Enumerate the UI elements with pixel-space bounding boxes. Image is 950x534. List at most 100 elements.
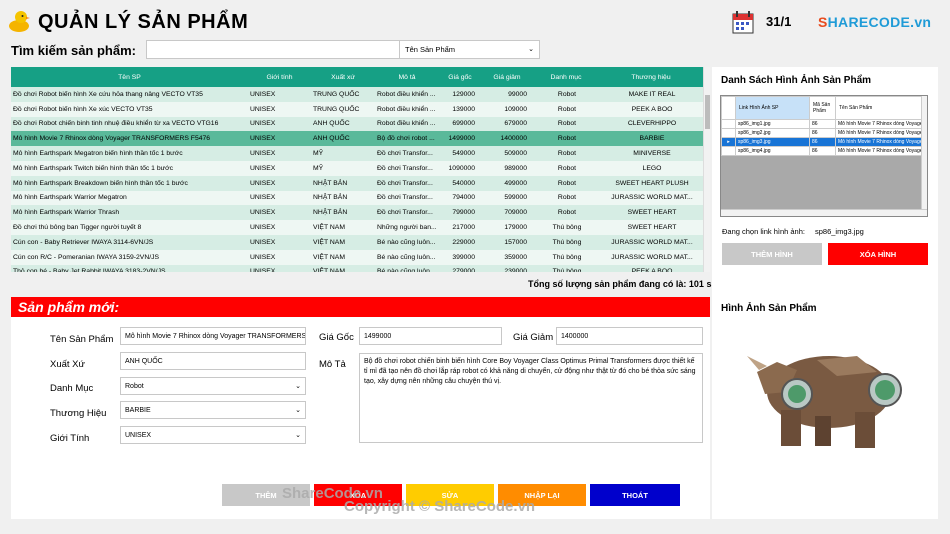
cell-code[interactable]: 86 (809, 128, 836, 138)
cell-origin[interactable]: VIỆT NAM (311, 234, 375, 250)
cell-discount[interactable]: 1400000 (481, 131, 533, 147)
image-grid[interactable]: Link Hình Ảnh SP Mã Sản Phẩm Tên Sản Phẩ… (720, 95, 928, 217)
column-header-code[interactable]: Mã Sản Phẩm (809, 96, 836, 120)
cell-origin[interactable]: MỸ (311, 160, 375, 176)
cell-price[interactable]: 229000 (439, 234, 481, 250)
table-row[interactable]: Đồ chơi Robot biến hình Xe cứu hỏa thang… (11, 87, 703, 102)
cell-origin[interactable]: VIỆT NAM (311, 264, 375, 272)
category-select[interactable]: Robot ⌄ (120, 377, 306, 395)
cell-name[interactable]: Mô hình Earthspark Megatron biến hình th… (11, 146, 248, 161)
cell-discount[interactable]: 509000 (481, 146, 533, 161)
cell-gender[interactable]: UNISEX (248, 249, 311, 265)
cell-price[interactable]: 1090000 (439, 160, 481, 176)
desc-field[interactable]: Bộ đồ chơi robot chiến binh biến hình Co… (359, 353, 703, 443)
column-header-gender[interactable]: Giới tính (248, 67, 311, 87)
cell-category[interactable]: Robot (533, 190, 599, 206)
cell-desc[interactable]: Robot điều khiển ... (375, 87, 439, 102)
image-row[interactable]: sp86_img1.jpg 86 Mô hình Movie 7 Rhinox dò… (721, 119, 922, 129)
cell-name[interactable]: Thỏ con bé - Baby Jet Rabbit IWAYA 3183-… (11, 264, 248, 272)
cell-gender[interactable]: UNISEX (248, 116, 311, 132)
cell-brand[interactable]: CLEVERHIPPO (599, 116, 703, 132)
origin-field[interactable]: ANH QUỐC (120, 352, 306, 370)
cell-price[interactable]: 699000 (439, 116, 481, 132)
column-header-price[interactable]: Giá gốc (439, 67, 481, 87)
cell-discount[interactable]: 679000 (481, 116, 533, 132)
image-row[interactable]: sp86_img2.jpg 86 Mô hình Movie 7 Rhinox dò… (721, 128, 922, 138)
column-header-origin[interactable]: Xuất xứ (311, 67, 375, 87)
cell-brand[interactable]: PEEK A BOO (599, 264, 703, 272)
cell-gender[interactable]: UNISEX (248, 234, 311, 250)
search-field-select[interactable]: Tên Sản Phẩm ⌄ (399, 40, 540, 59)
cell-link[interactable]: sp86_img3.jpg (735, 137, 810, 147)
table-row[interactable]: Thỏ con bé - Baby Jet Rabbit IWAYA 3183-… (11, 264, 703, 272)
cell-origin[interactable]: ANH QUỐC (311, 116, 375, 132)
cell-desc[interactable]: Đồ chơi Transfor... (375, 205, 439, 221)
cell-origin[interactable]: NHẬT BẢN (311, 205, 375, 221)
cell-desc[interactable]: Bé nào cũng luôn... (375, 234, 439, 250)
cell-name[interactable]: Mô hình Earthspark Warrior Megatron (11, 190, 248, 206)
cell-link[interactable]: sp86_img2.jpg (735, 128, 810, 138)
cell-brand[interactable]: SWEET HEART (599, 205, 703, 221)
cell-discount[interactable]: 359000 (481, 249, 533, 265)
image-grid-vscroll[interactable] (921, 96, 927, 210)
cell-origin[interactable]: TRUNG QUỐC (311, 101, 375, 117)
cell-brand[interactable]: JURASSIC WORLD MAT... (599, 234, 703, 250)
column-header-category[interactable]: Danh mục (533, 67, 599, 87)
table-row[interactable]: Đồ chơi Robot biến hình Xe xúc VECTO VT3… (11, 101, 703, 117)
cell-name[interactable]: Cún con R/C - Pomeranian IWAYA 3159-2VN/… (11, 249, 248, 265)
table-row[interactable]: Đồ chơi Robot chiến binh tinh nhuệ điều … (11, 116, 703, 132)
cell-discount[interactable]: 109000 (481, 101, 533, 117)
cell-price[interactable]: 217000 (439, 220, 481, 235)
cell-price[interactable]: 399000 (439, 249, 481, 265)
cell-desc[interactable]: Đồ chơi Transfor... (375, 175, 439, 191)
column-header-discount[interactable]: Giá giảm (481, 67, 533, 87)
cell-name[interactable]: Đồ chơi thú bông ban Tigger người tuyết … (11, 220, 248, 235)
cell-discount[interactable]: 239000 (481, 264, 533, 272)
cell-category[interactable]: Robot (533, 87, 599, 102)
cell-discount[interactable]: 99000 (481, 87, 533, 102)
products-scrollbar[interactable] (703, 67, 710, 272)
cell-origin[interactable]: VIỆT NAM (311, 220, 375, 235)
cell-discount[interactable]: 989000 (481, 160, 533, 176)
cell-origin[interactable]: ANH QUỐC (311, 131, 375, 147)
cell-discount[interactable]: 499000 (481, 175, 533, 191)
cell-discount[interactable]: 157000 (481, 234, 533, 250)
cell-desc[interactable]: Đồ chơi Transfor... (375, 146, 439, 161)
cell-gender[interactable]: UNISEX (248, 220, 311, 235)
cell-price[interactable]: 129000 (439, 87, 481, 102)
table-row[interactable]: Mô hình Earthspark Warrior Thrash UNISEX N… (11, 205, 703, 221)
cell-category[interactable]: Thú bông (533, 220, 599, 235)
table-row[interactable]: Cún con - Baby Retriever IWAYA 3114-6VN/… (11, 234, 703, 250)
cell-code[interactable]: 86 (809, 146, 836, 156)
search-input[interactable] (146, 40, 400, 59)
cell-code[interactable]: 86 (809, 119, 836, 129)
cell-category[interactable]: Robot (533, 160, 599, 176)
cell-product[interactable]: Mô hình Movie 7 Rhinox dòng Voyager TRAN… (835, 137, 922, 147)
cell-gender[interactable]: UNISEX (248, 160, 311, 176)
products-grid[interactable]: Tên SP Giới tính Xuất xứ Mô tả Giá gốc G… (11, 67, 710, 272)
cell-price[interactable]: 1499000 (439, 131, 481, 147)
cell-category[interactable]: Thú bông (533, 249, 599, 265)
cell-desc[interactable]: Những người ban... (375, 220, 439, 235)
cell-name[interactable]: Mô hình Earthspark Breakdown biến hình t… (11, 175, 248, 191)
cell-gender[interactable]: UNISEX (248, 146, 311, 161)
cell-desc[interactable]: Robot điều khiển ... (375, 101, 439, 117)
cell-name[interactable]: Đồ chơi Robot biến hình Xe cứu hỏa thang… (11, 87, 248, 102)
cell-category[interactable]: Robot (533, 205, 599, 221)
image-row[interactable]: sp86_img4.jpg 86 Mô hình Movie 7 Rhinox dò… (721, 146, 922, 156)
table-row[interactable]: Mô hình Movie 7 Rhinox dòng Voyager TRAN… (11, 131, 703, 147)
table-row[interactable]: Mô hình Earthspark Warrior Megatron UNISE… (11, 190, 703, 206)
cell-price[interactable]: 279000 (439, 264, 481, 272)
column-header-product[interactable]: Tên Sản Phẩm (835, 96, 922, 120)
cell-origin[interactable]: NHẬT BẢN (311, 190, 375, 206)
cell-desc[interactable]: Đồ chơi Transfor... (375, 190, 439, 206)
cell-price[interactable]: 139000 (439, 101, 481, 117)
cell-price[interactable]: 549000 (439, 146, 481, 161)
cell-category[interactable]: Robot (533, 131, 599, 147)
cell-name[interactable]: Đồ chơi Robot chiến binh tinh nhuệ điều … (11, 116, 248, 132)
cell-gender[interactable]: UNISEX (248, 205, 311, 221)
cell-desc[interactable]: Bé nào cũng luôn... (375, 264, 439, 272)
cell-discount[interactable]: 709000 (481, 205, 533, 221)
cell-category[interactable]: Thú bông (533, 264, 599, 272)
cell-origin[interactable]: MỸ (311, 146, 375, 161)
